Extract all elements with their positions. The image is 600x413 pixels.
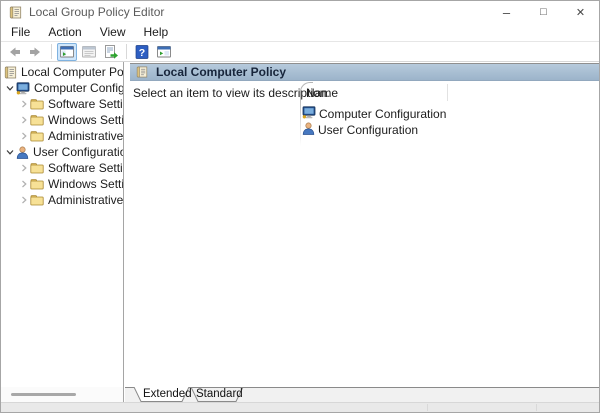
tree-horizontal-scrollbar[interactable] xyxy=(1,387,124,402)
list-item-label: Computer Configuration xyxy=(319,107,446,121)
menu-file[interactable]: File xyxy=(2,23,39,41)
folder-icon xyxy=(30,98,44,110)
tree-item-software-settings[interactable]: Software Settings xyxy=(1,96,123,112)
policy-scroll-icon xyxy=(136,66,148,78)
tree-item-administrative-templates[interactable]: Administrative Templates xyxy=(1,192,123,208)
tree-item-label: Administrative Templates xyxy=(48,129,124,143)
menu-view[interactable]: View xyxy=(91,23,135,41)
computer-icon xyxy=(16,82,30,95)
forward-button[interactable] xyxy=(26,43,46,61)
help-button[interactable]: ? xyxy=(132,43,152,61)
chevron-down-icon[interactable] xyxy=(4,83,16,93)
selected-node-header: Local Computer Policy xyxy=(130,63,599,81)
tree-item-label: Software Settings xyxy=(48,97,124,111)
folder-icon xyxy=(30,194,44,206)
properties-icon xyxy=(81,44,97,60)
list-item-computer-configuration[interactable]: Computer Configuration xyxy=(302,106,446,122)
console-window-icon xyxy=(156,44,172,60)
tree-item-windows-settings[interactable]: Windows Settings xyxy=(1,176,123,192)
tree-item-label: Software Settings xyxy=(48,161,124,175)
policy-scroll-icon xyxy=(4,66,17,79)
tree-item-label: Windows Settings xyxy=(48,177,124,191)
folder-icon xyxy=(30,178,44,190)
window-title: Local Group Policy Editor xyxy=(29,5,164,19)
toolbar: ? xyxy=(1,42,599,62)
menu-help[interactable]: Help xyxy=(135,23,178,41)
tree-item-local-computer-policy[interactable]: Local Computer Policy xyxy=(1,64,123,80)
maximize-button[interactable]: □ xyxy=(525,1,562,23)
policy-scroll-icon xyxy=(9,6,22,19)
status-separator xyxy=(427,404,428,411)
content-area: Local Computer Policy Computer Configura… xyxy=(1,62,599,387)
tree-item-label: Local Computer Policy xyxy=(21,65,124,79)
menu-action[interactable]: Action xyxy=(39,23,90,41)
chevron-down-icon[interactable] xyxy=(4,147,16,157)
chevron-right-icon[interactable] xyxy=(18,179,30,189)
user-icon xyxy=(302,122,315,138)
export-list-button[interactable] xyxy=(101,43,121,61)
back-arrow-icon xyxy=(6,44,22,60)
svg-text:?: ? xyxy=(139,47,145,59)
new-window-button[interactable] xyxy=(154,43,174,61)
window-controls: – □ ✕ xyxy=(488,1,599,23)
back-button[interactable] xyxy=(4,43,24,61)
tab-extended[interactable]: Extended xyxy=(143,387,192,402)
tree-item-label: Administrative Templates xyxy=(48,193,124,207)
tab-standard[interactable]: Standard xyxy=(196,387,243,402)
tree-item-computer-configuration[interactable]: Computer Configuration xyxy=(1,80,123,96)
tree-item-label: Computer Configuration xyxy=(34,81,124,95)
user-icon xyxy=(16,146,29,159)
selected-node-title: Local Computer Policy xyxy=(156,65,286,79)
tabs-area: Extended Standard xyxy=(125,387,599,402)
tree-item-user-configuration[interactable]: User Configuration xyxy=(1,144,123,160)
chevron-right-icon[interactable] xyxy=(18,99,30,109)
help-icon: ? xyxy=(134,44,150,60)
properties-button[interactable] xyxy=(79,43,99,61)
list-item-label: User Configuration xyxy=(318,123,418,137)
folder-icon xyxy=(30,114,44,126)
toolbar-separator xyxy=(51,44,52,59)
chevron-right-icon[interactable] xyxy=(18,195,30,205)
chevron-right-icon[interactable] xyxy=(18,131,30,141)
folder-icon xyxy=(30,130,44,142)
console-tree-pane: Local Computer Policy Computer Configura… xyxy=(1,62,124,387)
console-tree-icon xyxy=(59,44,75,60)
computer-icon xyxy=(302,106,316,122)
tree-item-label: Windows Settings xyxy=(48,113,124,127)
export-list-icon xyxy=(103,44,119,60)
tree-item-administrative-templates[interactable]: Administrative Templates xyxy=(1,128,123,144)
tree-item-windows-settings[interactable]: Windows Settings xyxy=(1,112,123,128)
local-group-policy-editor-window: Local Group Policy Editor – □ ✕ File Act… xyxy=(0,0,600,413)
menu-bar: File Action View Help xyxy=(1,23,599,42)
results-pane: Local Computer Policy Select an item to … xyxy=(130,62,599,387)
chevron-right-icon[interactable] xyxy=(18,163,30,173)
status-separator xyxy=(536,404,537,411)
column-separator[interactable] xyxy=(447,84,448,101)
close-button[interactable]: ✕ xyxy=(562,1,599,23)
list-panel-divider xyxy=(300,94,301,146)
chevron-right-icon[interactable] xyxy=(18,115,30,125)
view-tab-row: Extended Standard xyxy=(1,387,599,402)
scrollbar-thumb[interactable] xyxy=(11,393,76,396)
folder-icon xyxy=(30,162,44,174)
tree-item-software-settings[interactable]: Software Settings xyxy=(1,160,123,176)
list-item-user-configuration[interactable]: User Configuration xyxy=(302,122,418,138)
forward-arrow-icon xyxy=(28,44,44,60)
title-bar: Local Group Policy Editor – □ ✕ xyxy=(1,1,599,23)
column-header-name[interactable]: Name xyxy=(306,86,338,100)
show-console-tree-button[interactable] xyxy=(57,43,77,61)
tree-item-label: User Configuration xyxy=(33,145,124,159)
minimize-button[interactable]: – xyxy=(488,1,525,23)
status-bar xyxy=(1,402,599,412)
toolbar-separator xyxy=(126,44,127,59)
